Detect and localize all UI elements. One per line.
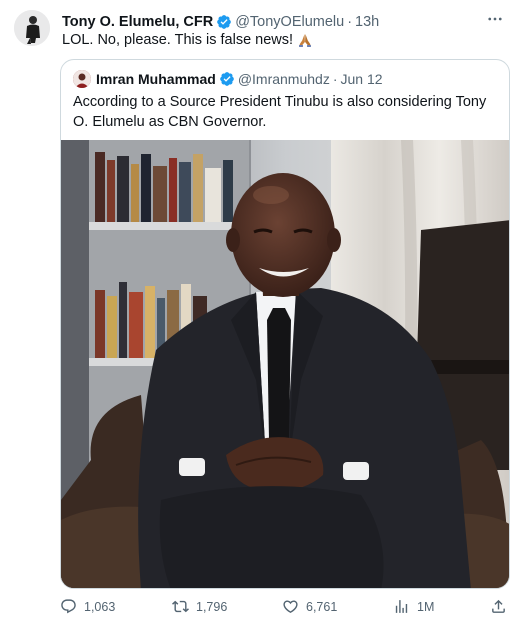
- quoted-author-name[interactable]: Imran Muhammad: [96, 71, 216, 87]
- author-avatar[interactable]: [14, 10, 50, 46]
- folded-hands-emoji-icon: [299, 34, 312, 47]
- tweet-text-row: LOL. No, please. This is false news!: [62, 32, 313, 48]
- quoted-tweet-text: According to a Source President Tinubu i…: [73, 94, 487, 130]
- separator-dot: ·: [332, 71, 338, 87]
- tweet-time[interactable]: 13h: [355, 14, 379, 30]
- repost-icon: [172, 600, 189, 613]
- separator-dot: ·: [347, 14, 353, 30]
- views-count: 1M: [417, 599, 435, 614]
- quoted-tweet[interactable]: Imran Muhammad @Imranmuhdz · Jun 12 Acco…: [60, 59, 510, 589]
- verified-badge-icon: [217, 15, 232, 29]
- quoted-author-handle[interactable]: @Imranmuhdz: [238, 71, 330, 87]
- verified-badge-icon: [219, 72, 234, 86]
- quoted-tweet-photo[interactable]: [61, 140, 509, 588]
- repost-count: 1,796: [196, 599, 228, 614]
- quoted-tweet-date[interactable]: Jun 12: [341, 71, 383, 87]
- like-count: 6,761: [306, 599, 338, 614]
- heart-icon: [283, 600, 298, 613]
- tweet: Tony O. Elumelu, CFR @TonyOElumelu · 13h…: [0, 0, 519, 622]
- repost-button[interactable]: 1,796: [172, 598, 227, 615]
- reply-icon: [61, 599, 76, 614]
- like-button[interactable]: 6,761: [282, 598, 337, 615]
- tweet-header: Tony O. Elumelu, CFR @TonyOElumelu · 13h: [62, 12, 499, 32]
- views-chart-icon: [395, 600, 408, 613]
- share-icon: [492, 599, 505, 613]
- share-button[interactable]: [490, 598, 514, 615]
- reply-count: 1,063: [84, 599, 116, 614]
- author-handle[interactable]: @TonyOElumelu: [235, 14, 344, 30]
- quoted-tweet-header: Imran Muhammad @Imranmuhdz · Jun 12: [73, 69, 497, 89]
- tweet-text: LOL. No, please. This is false news!: [62, 32, 294, 48]
- views-button[interactable]: 1M: [393, 598, 434, 615]
- reply-button[interactable]: 1,063: [60, 598, 115, 615]
- action-bar: 1,063 1,796 6,761 1M: [60, 597, 510, 619]
- author-name[interactable]: Tony O. Elumelu, CFR: [62, 14, 213, 30]
- more-options-icon[interactable]: [485, 9, 505, 29]
- quoted-author-avatar[interactable]: [73, 70, 91, 88]
